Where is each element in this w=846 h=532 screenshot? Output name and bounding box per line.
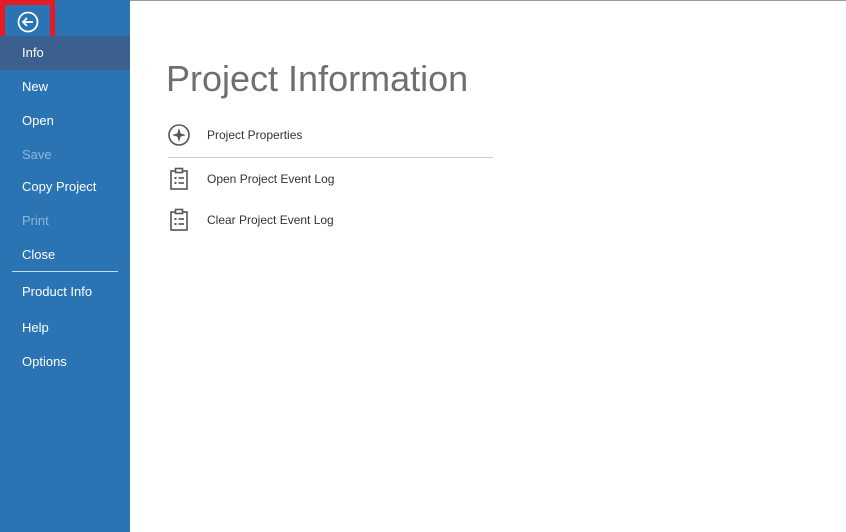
sidebar-divider xyxy=(12,271,118,272)
sidebar-item-help[interactable]: Help xyxy=(0,311,130,345)
open-event-log-label: Open Project Event Log xyxy=(207,172,335,186)
sidebar-item-new[interactable]: New xyxy=(0,70,130,104)
clipboard-list-icon xyxy=(166,207,192,233)
sidebar-item-open[interactable]: Open xyxy=(0,104,130,138)
page-title: Project Information xyxy=(166,58,469,99)
content-divider xyxy=(168,157,493,158)
project-properties-label: Project Properties xyxy=(207,128,303,142)
clear-event-log-button[interactable]: Clear Project Event Log xyxy=(166,202,496,238)
sidebar: Info New Open Save Copy Project Print Cl… xyxy=(0,0,130,532)
sidebar-item-options[interactable]: Options xyxy=(0,345,130,379)
sidebar-item-info[interactable]: Info xyxy=(0,36,130,70)
project-properties-button[interactable]: Project Properties xyxy=(166,117,496,153)
sidebar-item-print: Print xyxy=(22,213,49,228)
clear-event-log-label: Clear Project Event Log xyxy=(207,213,334,227)
compass-star-icon xyxy=(166,122,192,148)
sidebar-item-copy-project[interactable]: Copy Project xyxy=(0,170,130,204)
backstage-view: Info New Open Save Copy Project Print Cl… xyxy=(0,0,846,532)
sidebar-item-save: Save xyxy=(22,147,52,162)
sidebar-item-close[interactable]: Close xyxy=(0,238,130,272)
open-event-log-button[interactable]: Open Project Event Log xyxy=(166,161,496,197)
top-border xyxy=(130,0,846,1)
sidebar-item-product-info[interactable]: Product Info xyxy=(0,275,130,309)
arrow-left-circle-icon xyxy=(17,11,39,33)
clipboard-list-icon xyxy=(166,166,192,192)
